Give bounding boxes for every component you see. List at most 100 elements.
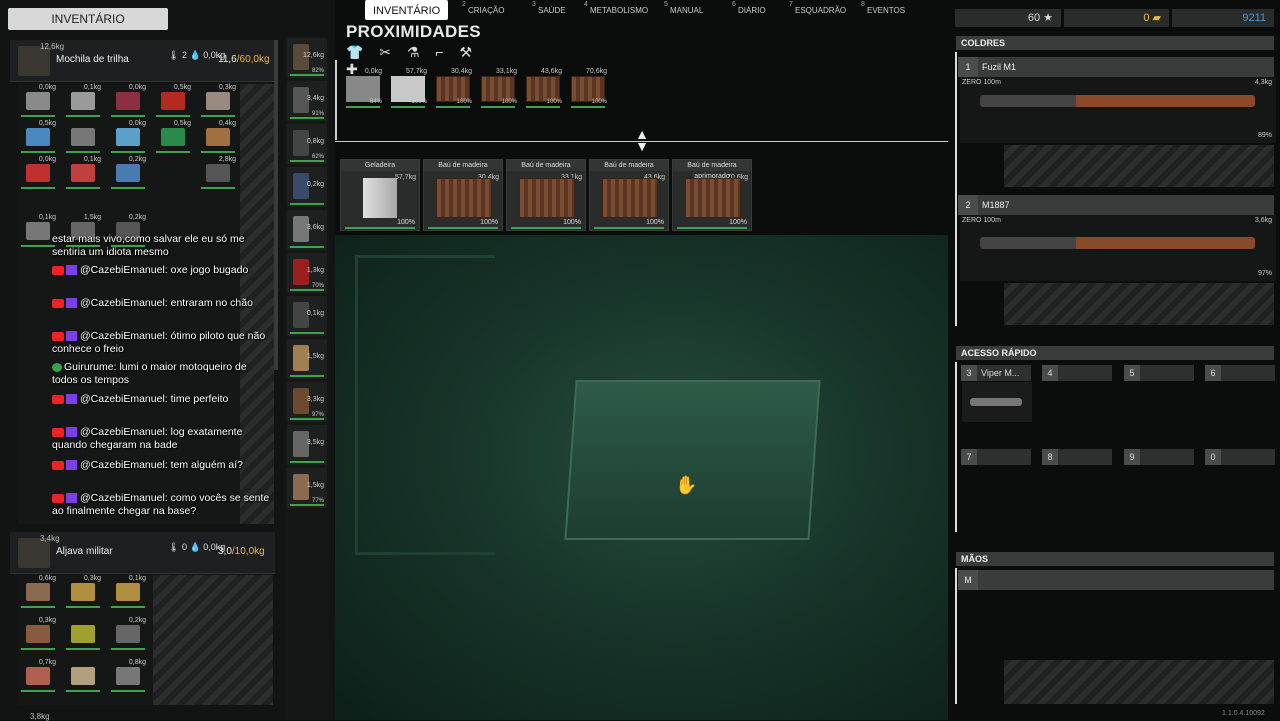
container-crate[interactable]: Baú de madeira33,1kg100%	[506, 159, 586, 231]
inventory-item[interactable]: 0,1kg	[108, 575, 148, 609]
equipped-item[interactable]: 3,4kg 91%	[287, 81, 327, 121]
equipped-item[interactable]: 1,3kg 70%	[287, 253, 327, 293]
condition-bar	[345, 227, 415, 229]
equipped-item[interactable]: 3,3kg 97%	[287, 382, 327, 422]
item-icon	[116, 583, 140, 601]
weapon-image[interactable]: ZERO 100m 3,6kg 97%	[960, 215, 1276, 281]
quick-slot-3[interactable]: 3 Viper M...	[961, 365, 1031, 381]
tab-label: METABOLISMO	[590, 6, 649, 15]
inventory-item[interactable]	[63, 120, 103, 154]
equipped-item[interactable]: 1,5kg	[287, 339, 327, 379]
inventory-item[interactable]: 0,2kg	[108, 156, 148, 190]
quick-slot-0[interactable]: 0	[1205, 449, 1275, 465]
inventory-item[interactable]: 0,4kg	[198, 120, 238, 154]
tab-0[interactable]: INVENTÁRIO	[365, 0, 449, 20]
proximity-item[interactable]: 57,7kg 100%	[387, 68, 429, 108]
wooden-chest-icon	[685, 178, 741, 218]
proximity-item[interactable]: 43,6kg 100%	[522, 68, 564, 108]
quick-slot-5[interactable]: 5	[1124, 365, 1194, 381]
tab-4[interactable]: 5 MANUAL	[664, 0, 703, 20]
proximity-item[interactable]: 33,1kg 100%	[477, 68, 519, 108]
inventory-item[interactable]: 0,7kg	[18, 659, 58, 693]
equipped-item[interactable]: 0,8kg 62%	[287, 124, 327, 164]
weapon-image[interactable]: ZERO 100m 4,3kg 89%	[960, 77, 1276, 143]
equipped-item[interactable]: 1,5kg 77%	[287, 468, 327, 508]
inventory-scrollbar[interactable]	[274, 40, 278, 370]
proximity-item[interactable]: 0,0kg 84%	[342, 68, 384, 108]
proximity-item[interactable]: 70,6kg 100%	[567, 68, 609, 108]
tab-5[interactable]: 6 DIÁRIO	[732, 0, 766, 20]
equipped-item[interactable]: 12,6kg 82%	[287, 38, 327, 78]
inventory-item[interactable]	[63, 617, 103, 651]
container-crate[interactable]: Baú de madeira43,6kg100%	[589, 159, 669, 231]
tab-7[interactable]: 8 EVENTOS	[861, 0, 905, 20]
item-weight: 0,3kg	[38, 617, 56, 624]
chat-message: estar mais vivo,como salvar ele eu só me…	[52, 233, 272, 259]
pack-military-quiver[interactable]: 3,4kg Aljava militar 🌡 0 💧 0,0kg 3,0/10,…	[10, 532, 275, 574]
condition-bar	[290, 203, 324, 205]
quick-slot-9[interactable]: 9	[1124, 449, 1194, 465]
inventory-item[interactable]: 0,0kg	[108, 84, 148, 118]
inventory-item[interactable]: 0,6kg	[18, 575, 58, 609]
inventory-item[interactable]: 0,5kg	[153, 84, 193, 118]
inventory-item[interactable]: 0,3kg	[198, 84, 238, 118]
chat-text: estar mais vivo,como salvar ele eu só me…	[52, 233, 245, 258]
inventory-item[interactable]: 0,8kg	[108, 659, 148, 693]
item-icon	[26, 667, 50, 685]
item-weight: 3,3kg	[306, 396, 324, 403]
proximity-filter-icons[interactable]: 👕 ✂ ⚗ ⌐ ⚒ ✚	[346, 44, 486, 77]
inventory-item[interactable]: 0,1kg	[63, 156, 103, 190]
item-icon	[206, 164, 230, 182]
equipped-item[interactable]: 3,5kg	[287, 425, 327, 465]
inventory-item[interactable]: 0,0kg	[18, 156, 58, 190]
item-weight: 0,8kg	[306, 138, 324, 145]
twitch-icon	[66, 298, 77, 309]
weapon-slot-2[interactable]: 2 M1887	[958, 195, 1274, 215]
item-weight: 0,5kg	[173, 120, 191, 127]
container-crate[interactable]: Baú de madeira aprimorado70,6kg100%	[672, 159, 752, 231]
quick-slot-8[interactable]: 8	[1042, 449, 1112, 465]
container-crate[interactable]: Baú de madeira30,4kg100%	[423, 159, 503, 231]
wooden-chest[interactable]	[564, 380, 821, 540]
inventory-item[interactable]: 2,8kg	[198, 156, 238, 190]
item-icon	[71, 128, 95, 146]
inventory-item[interactable]: 0,2kg	[108, 617, 148, 651]
tab-2[interactable]: 3 SAÚDE	[532, 0, 566, 20]
equipped-item[interactable]: 0,2kg	[287, 167, 327, 207]
inventory-item[interactable]: 0,3kg	[18, 617, 58, 651]
inventory-item[interactable]: 0,5kg	[18, 120, 58, 154]
pack-trail-backpack[interactable]: 12,6kg Mochila de trilha 🌡 2 💧 0,0kg 11,…	[10, 40, 275, 82]
quick-slot-4[interactable]: 4	[1042, 365, 1112, 381]
chat-message: @CazebiEmanuel: time perfeito	[52, 393, 272, 406]
inventory-item[interactable]: 0,0kg	[108, 120, 148, 154]
equipped-item[interactable]: 3,6kg	[287, 210, 327, 250]
item-icon	[71, 667, 95, 685]
condition-bar	[201, 151, 235, 153]
tab-1[interactable]: 2 CRIAÇÃO	[462, 0, 504, 20]
inventory-item[interactable]	[63, 659, 103, 693]
condition-bar	[290, 504, 324, 506]
inventory-tab[interactable]: INVENTÁRIO	[8, 8, 168, 30]
hands-slot[interactable]: M	[958, 570, 1274, 590]
condition-bar	[290, 160, 324, 162]
quick-slot-7[interactable]: 7	[961, 449, 1031, 465]
inventory-item[interactable]: 0,5kg	[153, 120, 193, 154]
quick-slot-key: 5	[1124, 365, 1140, 381]
inventory-item[interactable]: 0,3kg	[63, 575, 103, 609]
item-weight: 3,6kg	[306, 224, 324, 231]
item-weight: 0,2kg	[128, 617, 146, 624]
expand-arrows-icon[interactable]: ▲ ▼	[634, 127, 650, 154]
quick-slot-6[interactable]: 6	[1205, 365, 1275, 381]
weapon-slot-1[interactable]: 1 Fuzil M1	[958, 57, 1274, 77]
inventory-item[interactable]: 0,1kg	[63, 84, 103, 118]
tab-3[interactable]: 4 METABOLISMO	[584, 0, 649, 20]
inventory-item[interactable]: 0,0kg	[18, 84, 58, 118]
proximity-item[interactable]: 30,4kg 100%	[432, 68, 474, 108]
equipped-item[interactable]: 0,1kg	[287, 296, 327, 336]
item-icon	[71, 92, 95, 110]
condition-bar	[290, 289, 324, 291]
container-fridge[interactable]: Geladeira 57,7kg 100%	[340, 159, 420, 231]
condition-bar	[66, 151, 100, 153]
item-weight: 57,7kg	[405, 68, 427, 75]
tab-6[interactable]: 7 ESQUADRÃO	[789, 0, 846, 20]
